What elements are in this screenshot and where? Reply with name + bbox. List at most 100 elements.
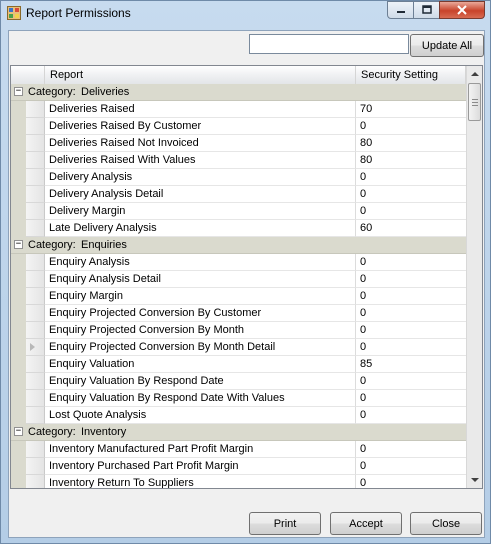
security-setting-cell[interactable]: 0	[356, 118, 466, 135]
security-setting-cell[interactable]: 80	[356, 135, 466, 152]
window-close-button[interactable]	[439, 1, 485, 19]
table-row[interactable]: Enquiry Analysis 0	[11, 254, 466, 271]
report-name-cell[interactable]: Enquiry Analysis	[45, 254, 356, 271]
table-row[interactable]: Lost Quote Analysis 0	[11, 407, 466, 424]
row-selector[interactable]	[26, 169, 45, 186]
security-setting-cell[interactable]: 60	[356, 220, 466, 237]
row-selector[interactable]	[26, 271, 45, 288]
collapse-icon[interactable]: −	[14, 87, 23, 96]
table-row[interactable]: Enquiry Projected Conversion By Month 0	[11, 322, 466, 339]
category-row[interactable]: − Category: Deliveries	[11, 84, 466, 101]
row-selector[interactable]	[26, 152, 45, 169]
row-selector[interactable]	[26, 356, 45, 373]
row-selector[interactable]	[26, 322, 45, 339]
report-name-cell[interactable]: Enquiry Margin	[45, 288, 356, 305]
security-setting-cell[interactable]: 0	[356, 271, 466, 288]
security-setting-cell[interactable]: 0	[356, 322, 466, 339]
print-button[interactable]: Print	[249, 512, 321, 535]
security-setting-cell[interactable]: 0	[356, 475, 466, 488]
security-setting-cell[interactable]: 0	[356, 186, 466, 203]
report-name-cell[interactable]: Lost Quote Analysis	[45, 407, 356, 424]
report-name-cell[interactable]: Deliveries Raised	[45, 101, 356, 118]
row-selector[interactable]	[26, 441, 45, 458]
table-row[interactable]: Deliveries Raised By Customer 0	[11, 118, 466, 135]
table-row[interactable]: Late Delivery Analysis 60	[11, 220, 466, 237]
report-name-cell[interactable]: Delivery Analysis Detail	[45, 186, 356, 203]
security-setting-cell[interactable]: 0	[356, 373, 466, 390]
table-row[interactable]: Enquiry Valuation By Respond Date 0	[11, 373, 466, 390]
table-row[interactable]: Enquiry Valuation By Respond Date With V…	[11, 390, 466, 407]
report-name-cell[interactable]: Enquiry Valuation	[45, 356, 356, 373]
table-row[interactable]: Deliveries Raised 70	[11, 101, 466, 118]
row-selector[interactable]	[26, 458, 45, 475]
maximize-button[interactable]	[413, 1, 440, 19]
security-setting-cell[interactable]: 0	[356, 390, 466, 407]
table-row[interactable]: Deliveries Raised With Values 80	[11, 152, 466, 169]
security-setting-cell[interactable]: 70	[356, 101, 466, 118]
security-setting-cell[interactable]: 0	[356, 407, 466, 424]
scroll-down-button[interactable]	[467, 472, 482, 488]
report-name-cell[interactable]: Enquiry Projected Conversion By Month	[45, 322, 356, 339]
report-name-cell[interactable]: Enquiry Projected Conversion By Month De…	[45, 339, 356, 356]
report-name-cell[interactable]: Inventory Return To Suppliers	[45, 475, 356, 488]
row-selector[interactable]	[26, 305, 45, 322]
scroll-up-button[interactable]	[467, 66, 482, 82]
security-setting-cell[interactable]: 0	[356, 288, 466, 305]
row-selector[interactable]	[26, 254, 45, 271]
report-name-cell[interactable]: Deliveries Raised With Values	[45, 152, 356, 169]
security-setting-cell[interactable]: 0	[356, 203, 466, 220]
security-setting-cell[interactable]: 85	[356, 356, 466, 373]
report-name-cell[interactable]: Inventory Manufactured Part Profit Margi…	[45, 441, 356, 458]
row-selector[interactable]	[26, 373, 45, 390]
minimize-button[interactable]	[387, 1, 414, 19]
report-name-cell[interactable]: Enquiry Valuation By Respond Date With V…	[45, 390, 356, 407]
report-name-cell[interactable]: Deliveries Raised By Customer	[45, 118, 356, 135]
row-selector[interactable]	[26, 118, 45, 135]
accept-button[interactable]: Accept	[330, 512, 402, 535]
collapse-icon[interactable]: −	[14, 240, 23, 249]
report-name-cell[interactable]: Inventory Purchased Part Profit Margin	[45, 458, 356, 475]
row-selector[interactable]	[26, 339, 45, 356]
table-row[interactable]: Enquiry Margin 0	[11, 288, 466, 305]
security-setting-cell[interactable]: 0	[356, 441, 466, 458]
report-name-cell[interactable]: Delivery Margin	[45, 203, 356, 220]
column-header-security-setting[interactable]: Security Setting	[356, 66, 466, 84]
row-selector[interactable]	[26, 135, 45, 152]
security-setting-cell[interactable]: 0	[356, 169, 466, 186]
report-name-cell[interactable]: Enquiry Projected Conversion By Customer	[45, 305, 356, 322]
report-name-cell[interactable]: Deliveries Raised Not Invoiced	[45, 135, 356, 152]
report-name-cell[interactable]: Enquiry Valuation By Respond Date	[45, 373, 356, 390]
row-selector[interactable]	[26, 101, 45, 118]
row-selector[interactable]	[26, 186, 45, 203]
table-row[interactable]: Inventory Return To Suppliers 0	[11, 475, 466, 488]
close-button[interactable]: Close	[410, 512, 482, 535]
security-setting-cell[interactable]: 0	[356, 305, 466, 322]
table-row[interactable]: Delivery Margin 0	[11, 203, 466, 220]
report-name-cell[interactable]: Enquiry Analysis Detail	[45, 271, 356, 288]
column-header-report[interactable]: Report	[45, 66, 356, 84]
security-setting-cell[interactable]: 80	[356, 152, 466, 169]
row-selector[interactable]	[26, 203, 45, 220]
category-row[interactable]: − Category: Enquiries	[11, 237, 466, 254]
row-selector[interactable]	[26, 288, 45, 305]
table-row[interactable]: Inventory Manufactured Part Profit Margi…	[11, 441, 466, 458]
table-row[interactable]: Enquiry Valuation 85	[11, 356, 466, 373]
report-name-cell[interactable]: Delivery Analysis	[45, 169, 356, 186]
table-row[interactable]: Enquiry Projected Conversion By Customer…	[11, 305, 466, 322]
table-row[interactable]: Delivery Analysis 0	[11, 169, 466, 186]
row-selector[interactable]	[26, 407, 45, 424]
scrollbar-thumb[interactable]	[468, 83, 481, 121]
vertical-scrollbar[interactable]	[466, 66, 482, 488]
update-all-button[interactable]: Update All	[410, 34, 484, 57]
table-row[interactable]: Inventory Purchased Part Profit Margin 0	[11, 458, 466, 475]
table-row[interactable]: Delivery Analysis Detail 0	[11, 186, 466, 203]
table-row[interactable]: Enquiry Analysis Detail 0	[11, 271, 466, 288]
search-input[interactable]	[249, 34, 409, 54]
collapse-icon[interactable]: −	[14, 427, 23, 436]
table-row[interactable]: Deliveries Raised Not Invoiced 80	[11, 135, 466, 152]
title-bar[interactable]: Report Permissions	[1, 1, 490, 25]
row-selector[interactable]	[26, 475, 45, 488]
row-selector[interactable]	[26, 390, 45, 407]
permissions-grid[interactable]: Report Security Setting − Category: Delive…	[10, 65, 483, 489]
report-name-cell[interactable]: Late Delivery Analysis	[45, 220, 356, 237]
